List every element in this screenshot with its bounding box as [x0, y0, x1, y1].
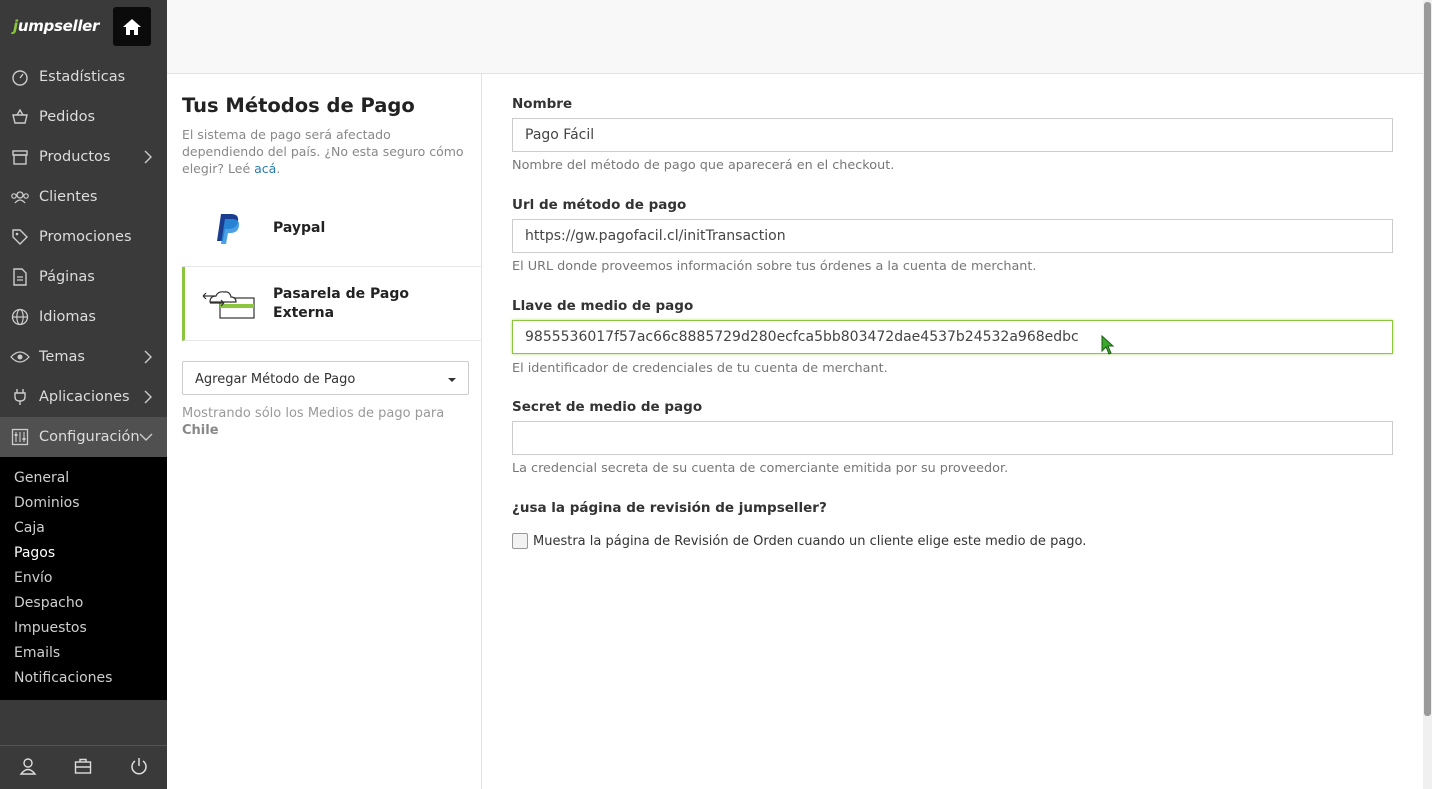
review-checkbox-label: Muestra la página de Revisión de Orden c…	[533, 533, 1087, 549]
submenu-item-emails[interactable]: Emails	[0, 641, 167, 666]
sidebar-header: jumpseller	[0, 0, 167, 57]
dashboard-icon	[10, 67, 30, 87]
payment-methods-panel: Tus Métodos de Pago El sistema de pago s…	[167, 74, 482, 789]
description-text: El sistema de pago será afectado dependi…	[182, 127, 464, 176]
plug-icon	[10, 387, 30, 407]
submenu-item-caja[interactable]: Caja	[0, 516, 167, 541]
add-payment-method-select[interactable]: Agregar Método de Pago	[182, 361, 469, 395]
top-bar	[167, 0, 1423, 74]
page-title: Tus Métodos de Pago	[182, 94, 415, 117]
submenu-item-notificaciones[interactable]: Notificaciones	[0, 666, 167, 691]
paypal-icon	[216, 213, 239, 244]
name-input[interactable]: Pago Fácil	[512, 118, 1393, 152]
sidebar-item-label: Pedidos	[39, 109, 96, 125]
sidebar-item-pedidos[interactable]: Pedidos	[0, 97, 167, 137]
review-checkbox-row: Muestra la página de Revisión de Orden c…	[512, 533, 1086, 549]
key-label: Llave de medio de pago	[512, 298, 694, 314]
country-note: Mostrando sólo los Medios de pago para Ch…	[182, 405, 472, 439]
key-field-group: Llave de medio de pago 9855536017f57ac66…	[512, 298, 1393, 376]
basket-icon	[10, 107, 30, 127]
chevron-right-icon	[144, 350, 152, 364]
sidebar-item-label: Configuración	[39, 429, 140, 445]
note-country: Chile	[182, 423, 219, 438]
payment-method-paypal[interactable]: Paypal	[182, 191, 482, 267]
box-icon	[10, 147, 30, 167]
sidebar-item-temas[interactable]: Temas	[0, 337, 167, 377]
jumpseller-logo[interactable]: jumpseller	[13, 17, 99, 35]
sidebar-item-productos[interactable]: Productos	[0, 137, 167, 177]
sidebar-item-estadisticas[interactable]: Estadísticas	[0, 57, 167, 97]
logo-text: umpseller	[17, 17, 100, 35]
submenu-item-envio[interactable]: Envío	[0, 566, 167, 591]
key-input[interactable]: 9855536017f57ac66c8885729d280ecfca5bb803…	[512, 320, 1393, 354]
review-checkbox[interactable]	[512, 533, 528, 549]
name-label: Nombre	[512, 96, 573, 112]
submenu-item-dominios[interactable]: Dominios	[0, 491, 167, 516]
home-icon	[123, 18, 141, 35]
eye-icon	[10, 347, 30, 367]
scrollbar-thumb[interactable]	[1424, 2, 1431, 716]
power-icon[interactable]	[130, 757, 148, 779]
payment-description: El sistema de pago será afectado dependi…	[182, 126, 472, 177]
mouse-cursor-icon	[1101, 335, 1115, 355]
method-label: Pasarela de Pago Externa	[273, 285, 409, 321]
page-icon	[10, 267, 30, 287]
sidebar-item-aplicaciones[interactable]: Aplicaciones	[0, 377, 167, 417]
select-label: Agregar Método de Pago	[195, 372, 356, 387]
sidebar-item-label: Temas	[39, 349, 85, 365]
sidebar-item-configuracion[interactable]: Configuración	[0, 417, 167, 457]
name-help: Nombre del método de pago que aparecerá …	[512, 158, 895, 173]
sidebar-item-label: Estadísticas	[39, 69, 126, 85]
payment-method-external-gateway[interactable]: Pasarela de Pago Externa	[182, 267, 482, 341]
tags-icon	[10, 227, 30, 247]
secret-help: La credencial secreta de su cuenta de co…	[512, 461, 1009, 476]
chevron-right-icon	[144, 390, 152, 404]
secret-input[interactable]	[512, 421, 1393, 455]
sidebar-item-label: Clientes	[39, 189, 98, 205]
secret-field-group: Secret de medio de pago La credencial se…	[512, 399, 1393, 476]
chevron-right-icon	[144, 150, 152, 164]
help-link[interactable]: acá	[254, 161, 276, 176]
url-help: El URL donde proveemos información sobre…	[512, 259, 1037, 274]
sidebar-item-label: Páginas	[39, 269, 95, 285]
note-text: Mostrando sólo los Medios de pago para	[182, 406, 445, 421]
briefcase-icon[interactable]	[74, 758, 92, 778]
app-root: jumpseller Estadísticas Pedidos Producto…	[0, 0, 1432, 789]
url-field-group: Url de método de pago https://gw.pagofac…	[512, 197, 1393, 274]
sidebar-item-label: Idiomas	[39, 309, 96, 325]
user-icon[interactable]	[19, 757, 37, 779]
sidebar-item-idiomas[interactable]: Idiomas	[0, 297, 167, 337]
sidebar-item-label: Promociones	[39, 229, 132, 245]
review-field-group: ¿usa la página de revisión de jumpseller…	[512, 500, 1393, 516]
name-field-group: Nombre Pago Fácil Nombre del método de p…	[512, 96, 1393, 173]
review-label: ¿usa la página de revisión de jumpseller…	[512, 500, 827, 516]
method-label: Paypal	[273, 220, 326, 236]
url-input[interactable]: https://gw.pagofacil.cl/initTransaction	[512, 219, 1393, 253]
description-end: .	[276, 161, 281, 176]
submenu-item-despacho[interactable]: Despacho	[0, 591, 167, 616]
users-icon	[10, 187, 30, 207]
key-help: El identificador de credenciales de tu c…	[512, 361, 888, 376]
sidebar-item-paginas[interactable]: Páginas	[0, 257, 167, 297]
home-button[interactable]	[113, 7, 151, 46]
caret-down-icon	[448, 378, 456, 382]
globe-icon	[10, 307, 30, 327]
sidebar-item-label: Productos	[39, 149, 111, 165]
sidebar-footer	[0, 745, 167, 789]
chevron-down-icon	[139, 433, 153, 441]
page-scrollbar[interactable]	[1423, 0, 1432, 789]
external-gateway-icon	[202, 290, 255, 319]
sidebar-item-clientes[interactable]: Clientes	[0, 177, 167, 217]
secret-label: Secret de medio de pago	[512, 399, 703, 415]
submenu-item-general[interactable]: General	[0, 466, 167, 491]
sidebar-item-promociones[interactable]: Promociones	[0, 217, 167, 257]
submenu-item-pagos[interactable]: Pagos	[0, 541, 167, 566]
sidebar-nav: Estadísticas Pedidos Productos Clientes …	[0, 57, 167, 457]
config-submenu: General Dominios Caja Pagos Envío Despac…	[0, 457, 167, 700]
sidebar-item-label: Aplicaciones	[39, 389, 130, 405]
submenu-item-impuestos[interactable]: Impuestos	[0, 616, 167, 641]
sidebar: jumpseller Estadísticas Pedidos Producto…	[0, 0, 167, 789]
url-label: Url de método de pago	[512, 197, 687, 213]
settings-icon	[10, 427, 30, 447]
